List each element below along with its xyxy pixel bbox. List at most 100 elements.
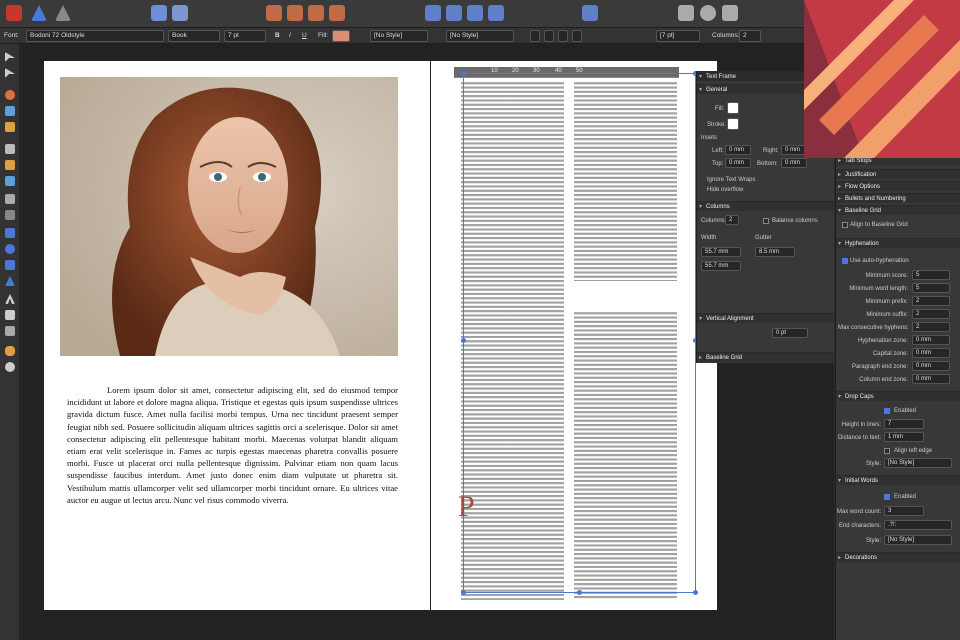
view-icon[interactable] [722,5,738,21]
columns-section[interactable]: Columns [697,201,834,212]
justification-section[interactable]: Justification [836,169,960,180]
font-family-select[interactable]: Bodoni 72 Oldstyle [26,30,164,42]
underline-button[interactable]: U [302,31,307,41]
stroke-swatch[interactable] [727,118,739,130]
frame-text-icon[interactable] [5,310,15,320]
rectangle-tool-icon[interactable] [5,228,15,238]
paragraph-style-select[interactable]: [No Style] [446,30,514,42]
align-left-button[interactable] [530,30,540,42]
align-right-button[interactable] [558,30,568,42]
max-consecutive-field[interactable]: 2 [912,322,950,332]
ellipse-tool-icon[interactable] [5,244,15,254]
capital-zone-field[interactable]: 0 mm [912,348,950,358]
gutter-field[interactable]: 8.5 mm [755,247,795,257]
crop-tool-icon[interactable] [5,194,15,204]
frame-handle[interactable] [461,71,466,76]
vertical-alignment-section[interactable]: Vertical Alignment [697,313,834,324]
frame-handle[interactable] [577,590,582,595]
fill-swatch[interactable] [332,30,350,42]
pen-tool-icon[interactable] [5,122,15,132]
baseline-grid-section[interactable]: Baseline Grid [697,352,834,363]
drop-caps-enabled-checkbox[interactable] [884,408,890,414]
table-tool-icon[interactable] [5,326,15,336]
decorations-section[interactable]: Decorations [836,552,960,563]
justify-button[interactable] [572,30,582,42]
hand-tool-icon[interactable] [5,346,15,356]
affinity-publisher-icon[interactable] [6,5,22,21]
arrange-icon[interactable] [308,5,324,21]
initial-words-style-select[interactable]: [No Style] [884,535,952,545]
arrange-icon[interactable] [266,5,282,21]
rotate-icon[interactable] [488,5,504,21]
height-in-lines-field[interactable]: 7 [884,419,924,429]
place-image-icon[interactable] [5,210,15,220]
frame-handle[interactable] [461,338,466,343]
character-style-select[interactable]: [No Style] [370,30,428,42]
affinity-designer-icon[interactable] [31,5,47,21]
balance-columns-checkbox[interactable] [763,218,769,224]
flip-icon[interactable] [467,5,483,21]
auto-hyphenation-checkbox[interactable] [842,258,848,264]
fill-tool-icon[interactable] [5,106,15,116]
inset-top-field[interactable]: 0 mm [725,158,751,168]
italic-button[interactable]: I [289,31,291,41]
align-icon[interactable] [582,5,598,21]
frame-handle[interactable] [693,590,698,595]
pencil-tool-icon[interactable] [5,144,15,154]
drop-caps-section[interactable]: Drop Caps [836,391,960,402]
columns-count-field[interactable]: 2 [725,215,739,225]
column-width-field[interactable]: 55.7 mm [701,247,741,257]
min-suffix-field[interactable]: 2 [912,309,950,319]
snapping-icon[interactable] [678,5,694,21]
font-size-field[interactable]: 7 pt [224,30,266,42]
hide-overflow-option[interactable]: Hide overflow [707,187,743,193]
persona-icon[interactable] [151,5,167,21]
fill-swatch[interactable] [727,102,739,114]
bold-button[interactable]: B [275,31,280,41]
left-page[interactable]: Lorem ipsum dolor sit amet, consectetur … [44,61,430,610]
max-word-count-field[interactable]: 3 [884,506,924,516]
paragraph-end-field[interactable]: 0 mm [912,361,950,371]
color-picker-icon[interactable] [5,90,15,100]
brush-tool-icon[interactable] [5,160,15,170]
shape-tool-icon[interactable] [5,260,15,270]
zoom-tool-icon[interactable] [5,362,15,372]
leading-field[interactable]: [7 pt] [656,30,700,42]
artistic-text-icon[interactable] [5,294,15,304]
distance-to-text-field[interactable]: 1 mm [884,432,924,442]
align-baseline-checkbox[interactable] [842,222,848,228]
move-tool-icon[interactable] [5,52,15,62]
ignore-text-wraps-option[interactable]: Ignore Text Wraps [707,177,755,183]
columns-field[interactable]: 2 [739,30,761,42]
column-width-field[interactable]: 55.7 mm [701,261,741,271]
vertical-alignment-field[interactable]: 0 pt [772,328,808,338]
frame-handle[interactable] [461,590,466,595]
end-characters-field[interactable]: .?!: [884,520,952,530]
column-end-field[interactable]: 0 mm [912,374,950,384]
triangle-tool-icon[interactable] [5,276,15,286]
font-weight-select[interactable]: Book [168,30,220,42]
picture-frame-icon[interactable] [5,176,15,186]
body-text-frame[interactable]: Lorem ipsum dolor sit amet, consectetur … [67,384,398,506]
hyphenation-zone-field[interactable]: 0 mm [912,335,950,345]
inset-bottom-field[interactable]: 0 mm [781,158,807,168]
preflight-icon[interactable] [700,5,716,21]
flip-icon[interactable] [425,5,441,21]
min-prefix-field[interactable]: 2 [912,296,950,306]
drop-caps-style-select[interactable]: [No Style] [884,458,952,468]
min-word-field[interactable]: 5 [912,283,950,293]
align-left-edge-checkbox[interactable] [884,448,890,454]
inset-left-field[interactable]: 0 mm [725,145,751,155]
selected-text-frame[interactable] [463,73,696,593]
align-center-button[interactable] [544,30,554,42]
min-score-field[interactable]: 5 [912,270,950,280]
arrange-icon[interactable] [287,5,303,21]
flip-icon[interactable] [446,5,462,21]
affinity-photo-icon[interactable] [55,5,71,21]
initial-words-enabled-checkbox[interactable] [884,494,890,500]
initial-words-section[interactable]: Initial Words [836,475,960,486]
bullets-numbering-section[interactable]: Bullets and Numbering [836,193,960,204]
baseline-grid-section[interactable]: Baseline Grid [836,205,960,216]
node-tool-icon[interactable] [5,68,15,78]
hyphenation-section[interactable]: Hyphenation [836,238,960,249]
